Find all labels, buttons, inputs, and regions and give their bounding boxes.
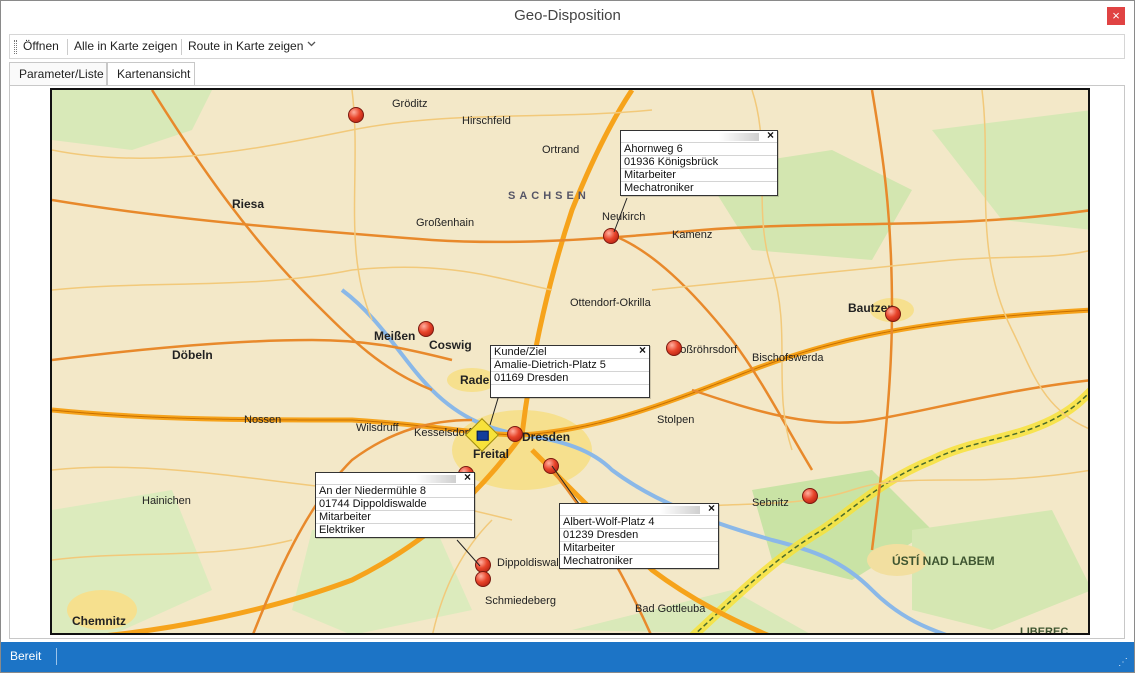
tab-parameter-list[interactable]: Parameter/Liste [9,62,107,86]
callout-line: Ahornweg 6 [621,143,777,156]
map-label-sebnitz: Sebnitz [752,497,789,509]
building-icon [476,430,489,441]
map-label-riesa: Riesa [232,197,265,211]
toolbar: Öffnen Alle in Karte zeigen Route in Kar… [9,34,1125,59]
title-bar: Geo-Disposition × [1,1,1134,31]
map-label-kesselsdorf: Kesselsdorf [414,427,472,439]
marker-groeditz[interactable] [348,107,364,123]
map-label-dresden: Dresden [522,430,571,444]
callout-header: × [316,470,474,485]
window-title: Geo-Disposition [514,7,621,24]
marker-dresden-ost[interactable] [543,458,559,474]
callout-line: Mechatroniker [624,182,694,194]
map-label-meissen: Meißen [374,329,416,343]
close-icon[interactable]: × [464,470,471,484]
map-label-bischofswerda: Bischofswerda [752,352,824,364]
callout-header: × [621,128,777,143]
map-label-ottendorf: Ottendorf-Okrilla [570,297,651,309]
callout-line: Mitarbeiter [560,542,718,555]
status-text: Bereit [10,649,42,663]
callout-line: Amalie-Dietrich-Platz 5 [491,359,649,372]
map-label-radebeul: Radel [460,373,493,387]
callout-line: 01239 Dresden [560,529,718,542]
callout-header-fade [660,506,700,514]
callout-line: 01169 Dresden [491,372,649,385]
map-label-nossen: Nossen [244,414,282,426]
map-view-panel: SACHSEN Dresden Meißen Coswig Radel Frei… [9,85,1125,639]
map-label-hirschfeld: Hirschfeld [462,115,511,127]
callout-line: Albert-Wolf-Platz 4 [560,516,718,529]
marker-dippoldiswalde-2[interactable] [475,571,491,587]
toolbar-separator [67,39,68,55]
resize-grip-icon[interactable]: ⋰ [1118,657,1128,668]
toolbar-separator [181,39,182,55]
callout-line-text: Kunde/Ziel [494,346,547,358]
map-label-stolpen: Stolpen [657,414,695,426]
marker-dresden[interactable] [507,426,523,442]
callout-header-fade [416,475,456,483]
map-label-doebeln: Döbeln [172,348,213,362]
marker-bautzen[interactable] [885,306,901,322]
open-button[interactable]: Öffnen [23,39,59,53]
map-label-bad-gottleuba: Bad Gottleuba [635,603,706,615]
marker-sebnitz[interactable] [802,488,818,504]
show-route-button[interactable]: Route in Karte zeigen [188,39,303,53]
callout-header-fade [719,133,759,141]
status-bar: Bereit ⋰ [1,642,1134,672]
show-all-button[interactable]: Alle in Karte zeigen [74,39,177,53]
callout-line: An der Niedermühle 8 [316,485,474,498]
map-label-neukirch: Neukirch [602,211,646,223]
close-icon[interactable]: × [767,128,774,142]
callout-dippoldiswalde: × An der Niedermühle 8 01744 Dippoldiswa… [315,470,475,538]
marker-grossroehrsdorf[interactable] [666,340,682,356]
map-label-groeditz: Gröditz [392,98,428,110]
toolbar-grip[interactable] [14,40,17,54]
callout-line: Elektriker [319,524,365,536]
close-icon[interactable]: × [639,346,646,357]
map-label-usti: ÚSTÍ NAD LABEM [892,554,995,568]
map-label-hainichen: Hainichen [142,495,191,507]
callout-line: Mitarbeiter [316,511,474,524]
status-separator [56,648,57,665]
marker-koenigsbrueck[interactable] [603,228,619,244]
map-label-chemnitz: Chemnitz [72,614,126,628]
callout-line-empty [491,385,649,397]
callout-header: × [560,501,718,516]
geo-disposition-window: Geo-Disposition × Öffnen Alle in Karte z… [0,0,1135,673]
close-icon[interactable]: × [708,501,715,515]
map[interactable]: SACHSEN Dresden Meißen Coswig Radel Frei… [50,88,1090,635]
close-button[interactable]: × [1107,7,1125,25]
tab-map-view[interactable]: Kartenansicht [107,62,195,86]
map-label-wilsdruff: Wilsdruff [356,422,399,434]
map-label-schmiedeberg: Schmiedeberg [485,595,556,607]
callout-dresden-ost: × Albert-Wolf-Platz 4 01239 Dresden Mita… [559,501,719,569]
callout-line: 01936 Königsbrück [621,156,777,169]
callout-line: Mechatroniker [563,555,633,567]
map-label-region: SACHSEN [508,190,590,202]
map-label-coswig: Coswig [429,338,472,352]
map-label-grossenhain: Großenhain [416,217,475,229]
callout-koenigsbrueck: × Ahornweg 6 01936 Königsbrück Mitarbeit… [620,128,778,196]
marker-meissen[interactable] [418,321,434,337]
chevron-down-icon[interactable] [307,39,316,51]
map-label-liberec: LIBEREC [1020,626,1069,635]
callout-line: Mitarbeiter [621,169,777,182]
callout-kunde-ziel: Kunde/Ziel × Amalie-Dietrich-Platz 5 0116… [490,345,650,398]
map-label-ortrand: Ortrand [542,144,580,156]
callout-line: 01744 Dippoldiswalde [316,498,474,511]
callout-line: Kunde/Ziel × [491,346,649,359]
map-label-kamenz: Kamenz [672,229,713,241]
